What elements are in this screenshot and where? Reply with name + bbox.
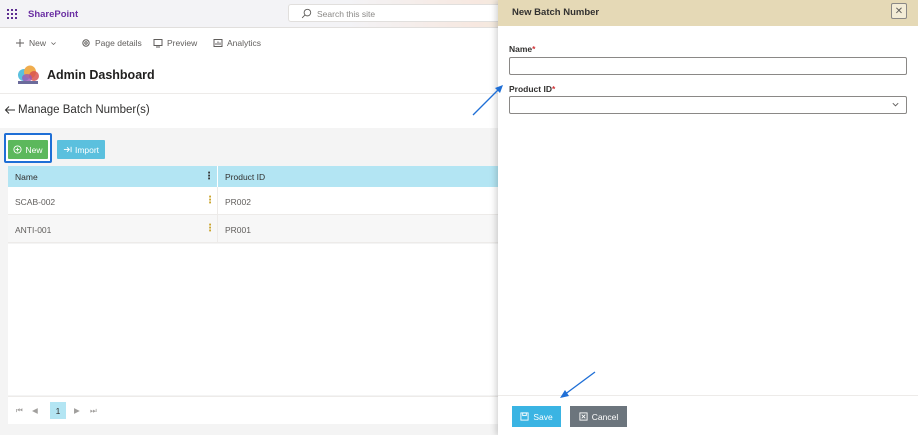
import-button[interactable]: Import — [57, 140, 105, 159]
table-header: Name ⋮ Product ID — [8, 166, 498, 187]
close-icon[interactable]: ✕ — [891, 3, 907, 19]
pager: ⏮ ◀ 1 ▶ ⏭ — [8, 396, 498, 424]
footer-divider — [498, 395, 918, 396]
chevron-down-icon — [51, 41, 56, 45]
search-placeholder: Search this site — [317, 9, 376, 19]
page-details-button[interactable]: Page details — [81, 38, 142, 48]
product-id-label: Product ID* — [509, 84, 556, 94]
preview-label: Preview — [167, 38, 198, 48]
page-number-current[interactable]: 1 — [50, 402, 66, 419]
analytics-label: Analytics — [227, 38, 262, 48]
save-button-label: Save — [533, 411, 553, 422]
table-row[interactable]: ANTI-001 ⋮ PR001 — [8, 215, 498, 243]
prev-page-icon[interactable]: ◀ — [32, 406, 38, 415]
gear-icon — [82, 39, 90, 47]
search-box[interactable]: Search this site — [288, 4, 508, 22]
chevron-down-icon — [892, 102, 899, 107]
panel-header: New Batch Number ✕ — [498, 0, 918, 26]
new-menu-label: New — [29, 38, 47, 48]
cell-product-id: PR001 — [225, 225, 251, 235]
analytics-icon — [213, 39, 223, 47]
preview-icon — [153, 39, 163, 48]
save-icon — [520, 412, 529, 421]
first-page-icon[interactable]: ⏮ — [16, 406, 23, 416]
row-menu-icon[interactable]: ⋮ — [205, 195, 215, 206]
cell-product-id: PR002 — [225, 197, 251, 207]
batch-table: Name ⋮ Product ID SCAB-002 ⋮ PR002 ANTI-… — [8, 166, 498, 243]
cancel-button-label: Cancel — [591, 411, 619, 422]
save-button[interactable]: Save — [512, 406, 561, 427]
import-button-label: Import — [74, 144, 100, 155]
preview-button[interactable]: Preview — [153, 38, 197, 48]
name-label: Name* — [509, 44, 536, 54]
analytics-button[interactable]: Analytics — [213, 38, 261, 48]
import-icon — [63, 146, 72, 153]
plus-icon — [16, 39, 24, 47]
last-page-icon[interactable]: ⏭ — [90, 406, 97, 416]
column-header-product-id[interactable]: Product ID — [225, 172, 265, 182]
page-details-label: Page details — [95, 38, 142, 48]
column-header-name[interactable]: Name — [15, 172, 38, 182]
cancel-button[interactable]: Cancel — [570, 406, 627, 427]
site-title[interactable]: Admin Dashboard — [47, 68, 155, 82]
new-batch-panel: New Batch Number ✕ Name* Product ID* Sav… — [498, 0, 918, 435]
back-arrow-icon[interactable] — [4, 104, 16, 116]
panel-title: New Batch Number — [512, 7, 600, 18]
command-bar: New Page details Preview Analytics — [0, 34, 498, 52]
row-menu-icon[interactable]: ⋮ — [205, 223, 215, 234]
table-empty-area — [8, 244, 498, 395]
header-divider — [0, 93, 498, 94]
cell-name: ANTI-001 — [15, 225, 52, 235]
search-icon — [301, 8, 312, 19]
page-title: Manage Batch Number(s) — [18, 104, 150, 116]
site-logo — [18, 65, 39, 84]
column-menu-icon[interactable]: ⋮ — [204, 171, 214, 182]
new-button[interactable]: New — [8, 140, 48, 159]
cell-name: SCAB-002 — [15, 197, 56, 207]
new-button-label: New — [25, 144, 43, 155]
app-launcher-icon[interactable] — [7, 9, 17, 19]
name-input[interactable] — [509, 57, 907, 75]
new-menu-button[interactable]: New — [15, 38, 57, 48]
sharepoint-brand[interactable]: SharePoint — [28, 9, 78, 20]
cancel-icon — [579, 412, 588, 421]
product-id-dropdown[interactable] — [509, 96, 907, 114]
next-page-icon[interactable]: ▶ — [74, 406, 80, 415]
table-row[interactable]: SCAB-002 ⋮ PR002 — [8, 187, 498, 215]
plus-circle-icon — [13, 145, 23, 154]
